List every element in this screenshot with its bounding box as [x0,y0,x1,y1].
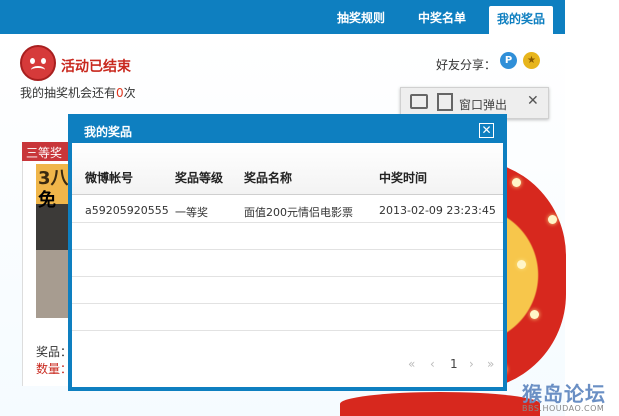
page-right-margin [565,0,619,416]
prize-name-label: 奖品： [36,345,73,359]
top-tab-bar: 抽奖规则 中奖名单 我的奖品 [0,0,565,34]
dialog-header: 我的奖品 ✕ [72,118,503,143]
column-header-level: 奖品等级 [175,171,224,185]
tab-my-prizes[interactable]: 我的奖品 [489,6,554,34]
pager-current-page[interactable]: 1 [450,357,458,371]
pager-first-button[interactable]: « [408,357,415,371]
watermark-title: 猴岛论坛 [522,382,606,406]
table-row-divider [72,222,503,223]
sad-face-icon [20,45,56,81]
pager-next-button[interactable]: › [469,357,474,371]
popout-bar: 窗口弹出 ✕ [400,87,549,119]
prize-quantity-label: 数量： [36,362,73,376]
prize-image: 3八 免 [36,164,72,318]
column-header-prize-name: 奖品名称 [244,171,293,185]
watermark-url: BBS.HOUDAO.COM [522,404,605,413]
remaining-chances: 我的抽奖机会还有0次 [20,84,136,101]
pager-last-button[interactable]: » [487,357,494,371]
site-watermark: 猴岛论坛 BBS.HOUDAO.COM [522,378,606,413]
chances-suffix: 次 [123,86,136,100]
message-icon[interactable] [410,94,428,109]
table-row-divider [72,276,503,277]
share-p-icon[interactable]: P [500,52,517,69]
share-label: 好友分享： [436,58,497,72]
tab-winner-list[interactable]: 中奖名单 [418,9,466,26]
event-ended-title: 活动已结束 [61,59,131,75]
table-row-divider [72,330,503,331]
prize-image-text-2: 免 [38,190,56,211]
cell-account: a59205920555 [85,204,169,217]
chances-prefix: 我的抽奖机会还有 [20,86,117,100]
cell-level: 一等奖 [175,206,208,219]
dialog-title: 我的奖品 [84,125,133,139]
popout-window-button[interactable]: 窗口弹出 [459,96,507,113]
tab-lottery-rules[interactable]: 抽奖规则 [337,9,385,26]
popout-window-icon[interactable] [437,93,453,111]
column-header-win-time: 中奖时间 [379,171,428,185]
cell-win-time: 2013-02-09 23:23:45 [379,204,496,217]
column-header-account: 微博帐号 [85,171,134,185]
table-row-divider [72,249,503,250]
pager-prev-button[interactable]: ‹ [430,357,435,371]
table-row-divider [72,303,503,304]
my-prizes-dialog: 我的奖品 ✕ 微博帐号 奖品等级 奖品名称 中奖时间 a59205920555 … [71,117,504,388]
wheel-base [340,392,540,416]
chances-count: 0 [116,86,124,100]
prize-tier-tag: 三等奖 [22,142,70,161]
share-star-icon[interactable]: ★ [523,52,540,69]
cell-prize-name: 面值200元情侣电影票 [244,206,353,219]
popout-close-button[interactable]: ✕ [527,93,539,109]
dialog-close-button[interactable]: ✕ [479,123,494,138]
